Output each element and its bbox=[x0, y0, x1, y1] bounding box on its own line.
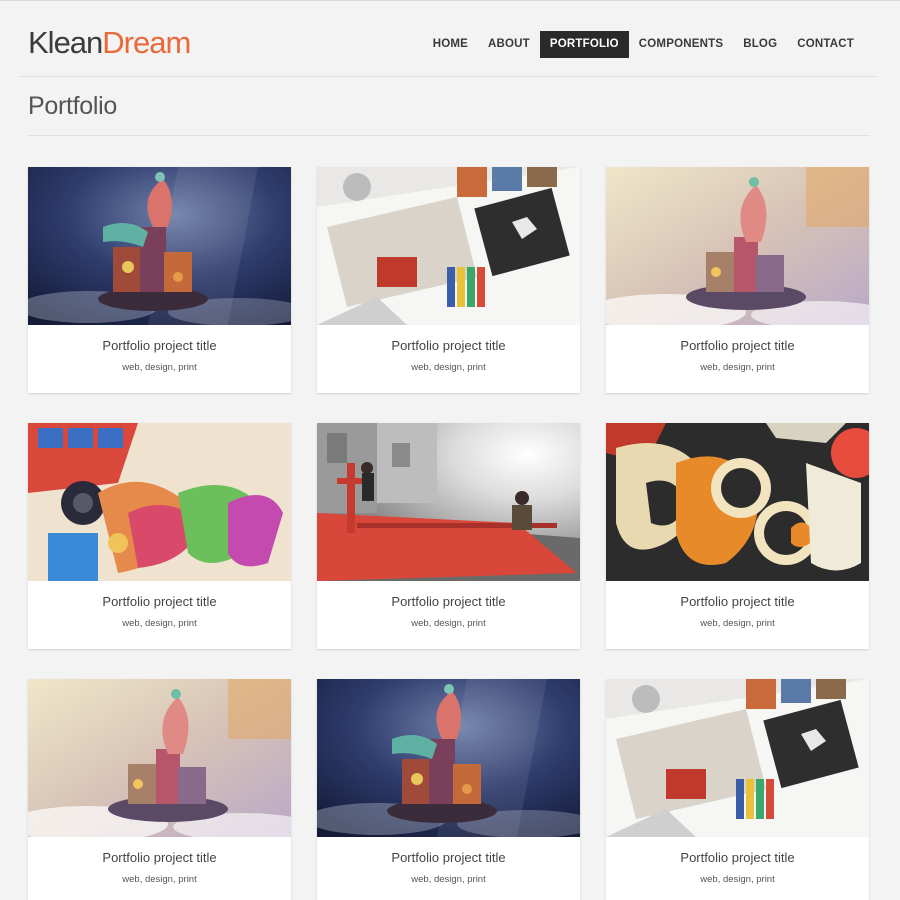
title-divider bbox=[28, 135, 870, 136]
portfolio-thumbnail[interactable] bbox=[606, 423, 869, 581]
portfolio-tags: web, design, print bbox=[122, 618, 197, 629]
portfolio-thumbnail[interactable] bbox=[317, 167, 580, 325]
portfolio-card[interactable]: Portfolio project title web, design, pri… bbox=[606, 423, 869, 649]
portfolio-image bbox=[28, 167, 291, 325]
portfolio-title[interactable]: Portfolio project title bbox=[28, 594, 291, 610]
portfolio-thumbnail[interactable] bbox=[317, 679, 580, 837]
portfolio-thumbnail[interactable] bbox=[28, 679, 291, 837]
portfolio-card[interactable]: Portfolio project title web, design, pri… bbox=[28, 167, 291, 393]
portfolio-image bbox=[317, 679, 580, 837]
logo-text-part1: Klean bbox=[28, 25, 103, 60]
portfolio-tags: web, design, print bbox=[122, 362, 197, 373]
portfolio-tags: web, design, print bbox=[700, 362, 775, 373]
portfolio-tags: web, design, print bbox=[122, 874, 197, 885]
nav-item-home[interactable]: HOME bbox=[423, 31, 478, 58]
portfolio-tags: web, design, print bbox=[700, 618, 775, 629]
portfolio-card[interactable]: Portfolio project title web, design, pri… bbox=[606, 679, 869, 900]
portfolio-card[interactable]: Portfolio project title web, design, pri… bbox=[28, 423, 291, 649]
nav-item-about[interactable]: ABOUT bbox=[478, 31, 540, 58]
nav-item-contact[interactable]: CONTACT bbox=[787, 31, 864, 58]
portfolio-thumbnail[interactable] bbox=[317, 423, 580, 581]
portfolio-image bbox=[317, 423, 580, 581]
logo-text-part2: Dream bbox=[102, 25, 191, 60]
portfolio-tags: web, design, print bbox=[411, 362, 486, 373]
portfolio-image bbox=[28, 423, 291, 581]
site-header: KleanDream HOME ABOUT PORTFOLIO COMPONEN… bbox=[20, 1, 878, 77]
page-title: Portfolio bbox=[28, 92, 118, 120]
portfolio-thumbnail[interactable] bbox=[28, 423, 291, 581]
main-nav: HOME ABOUT PORTFOLIO COMPONENTS BLOG CON… bbox=[423, 31, 864, 58]
portfolio-card[interactable]: Portfolio project title web, design, pri… bbox=[606, 167, 869, 393]
portfolio-thumbnail[interactable] bbox=[606, 167, 869, 325]
portfolio-image bbox=[606, 167, 869, 325]
portfolio-image bbox=[606, 679, 869, 837]
portfolio-card[interactable]: Portfolio project title web, design, pri… bbox=[317, 167, 580, 393]
portfolio-image bbox=[317, 167, 580, 325]
portfolio-title[interactable]: Portfolio project title bbox=[606, 594, 869, 610]
site-logo[interactable]: KleanDream bbox=[28, 25, 191, 61]
portfolio-title[interactable]: Portfolio project title bbox=[28, 338, 291, 354]
portfolio-title[interactable]: Portfolio project title bbox=[317, 850, 580, 866]
nav-item-components[interactable]: COMPONENTS bbox=[629, 31, 733, 58]
portfolio-image bbox=[606, 423, 869, 581]
portfolio-tags: web, design, print bbox=[411, 618, 486, 629]
portfolio-title[interactable]: Portfolio project title bbox=[317, 594, 580, 610]
portfolio-thumbnail[interactable] bbox=[606, 679, 869, 837]
portfolio-title[interactable]: Portfolio project title bbox=[28, 850, 291, 866]
portfolio-title[interactable]: Portfolio project title bbox=[317, 338, 580, 354]
portfolio-thumbnail[interactable] bbox=[28, 167, 291, 325]
portfolio-image bbox=[28, 679, 291, 837]
nav-item-blog[interactable]: BLOG bbox=[733, 31, 787, 58]
nav-item-portfolio[interactable]: PORTFOLIO bbox=[539, 31, 629, 58]
portfolio-grid: Portfolio project title web, design, pri… bbox=[28, 167, 869, 900]
portfolio-title[interactable]: Portfolio project title bbox=[606, 850, 869, 866]
portfolio-title[interactable]: Portfolio project title bbox=[606, 338, 869, 354]
portfolio-tags: web, design, print bbox=[700, 874, 775, 885]
portfolio-card[interactable]: Portfolio project title web, design, pri… bbox=[317, 679, 580, 900]
portfolio-tags: web, design, print bbox=[411, 874, 486, 885]
portfolio-card[interactable]: Portfolio project title web, design, pri… bbox=[28, 679, 291, 900]
portfolio-card[interactable]: Portfolio project title web, design, pri… bbox=[317, 423, 580, 649]
